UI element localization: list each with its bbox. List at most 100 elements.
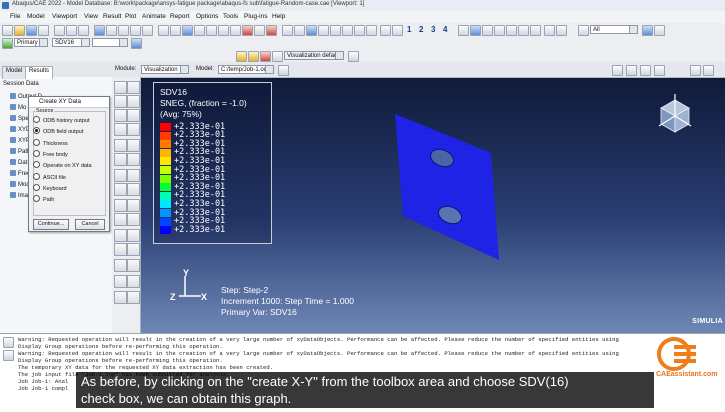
- menu-animate[interactable]: Animate: [142, 13, 166, 20]
- free-body-icon[interactable]: [114, 243, 127, 256]
- view-top-icon[interactable]: [342, 25, 353, 36]
- save-icon[interactable]: [26, 25, 37, 36]
- rotate-instance-icon[interactable]: [127, 275, 140, 288]
- view-cut-manager-icon[interactable]: [127, 213, 140, 226]
- mesh-icon[interactable]: [518, 25, 529, 36]
- zoom-box-icon[interactable]: [130, 25, 141, 36]
- menu-model[interactable]: Model: [27, 13, 45, 20]
- query-tool-icon[interactable]: [114, 229, 127, 242]
- view-left-icon[interactable]: [318, 25, 329, 36]
- colors-icon[interactable]: [530, 25, 541, 36]
- component-combo[interactable]: [92, 38, 128, 47]
- source-option-radio[interactable]: Keyboard: [33, 183, 67, 192]
- menu-view[interactable]: View: [84, 13, 98, 20]
- create-xy-data-icon[interactable]: [114, 139, 127, 152]
- menu-viewport[interactable]: Viewport: [52, 13, 77, 20]
- pointer-icon[interactable]: [230, 25, 241, 36]
- animate-icon[interactable]: [114, 123, 127, 136]
- probe-values-icon[interactable]: [127, 229, 140, 242]
- layout-icon[interactable]: [206, 25, 217, 36]
- menu-file[interactable]: File: [10, 13, 20, 20]
- plot-symbols-icon[interactable]: [127, 95, 140, 108]
- hidden-icon[interactable]: [506, 25, 517, 36]
- translate-icon[interactable]: [114, 275, 127, 288]
- wireframe-icon[interactable]: [494, 25, 505, 36]
- menu-tools[interactable]: Tools: [223, 13, 238, 20]
- view-4-button[interactable]: 4: [443, 25, 447, 34]
- zoom-icon[interactable]: [118, 25, 129, 36]
- view-2-button[interactable]: 2: [419, 25, 423, 34]
- view-cube-icon[interactable]: [655, 92, 695, 138]
- variable-combo[interactable]: SDV16: [52, 38, 90, 47]
- rotate-icon[interactable]: [94, 25, 105, 36]
- tree-item-mo[interactable]: Mo: [10, 104, 26, 111]
- stream-icon[interactable]: [127, 243, 140, 256]
- query-icon[interactable]: [254, 25, 265, 36]
- viewport[interactable]: SDV16 SNEG, (fraction = -1.0) (Avg: 75%)…: [141, 78, 725, 333]
- source-option-radio[interactable]: ODB field output: [33, 127, 83, 135]
- replace-display-icon[interactable]: [127, 199, 140, 212]
- arrow-icon[interactable]: [170, 25, 181, 36]
- source-option-radio[interactable]: Thickness: [33, 138, 68, 147]
- menu-plugins[interactable]: Plug-ins: [244, 13, 267, 20]
- xy-data-manager-icon[interactable]: [127, 139, 140, 152]
- print-icon[interactable]: [38, 25, 49, 36]
- source-option-radio[interactable]: Free body: [33, 149, 68, 158]
- new-icon[interactable]: [2, 25, 13, 36]
- filter2-icon[interactable]: [654, 25, 665, 36]
- menu-help[interactable]: Help: [272, 13, 285, 20]
- open-icon[interactable]: [14, 25, 25, 36]
- create-path-icon[interactable]: [114, 153, 127, 166]
- contour-icon[interactable]: [260, 51, 271, 62]
- filter-icon[interactable]: [642, 25, 653, 36]
- tools-icon[interactable]: [266, 25, 277, 36]
- view-bottom-icon[interactable]: [354, 25, 365, 36]
- view-back-icon[interactable]: [306, 25, 317, 36]
- visualization-defaults-combo[interactable]: Visualization defaults: [284, 51, 344, 60]
- color-icon[interactable]: [194, 25, 205, 36]
- display-group-icon[interactable]: [578, 25, 589, 36]
- perspective-icon[interactable]: [392, 25, 403, 36]
- field-output-icon[interactable]: [2, 38, 13, 49]
- model-combo[interactable]: C:/temp/Job-1.odb: [218, 65, 274, 74]
- coordinate-system-icon[interactable]: [114, 259, 127, 272]
- menu-result[interactable]: Result: [103, 13, 121, 20]
- view-3-button[interactable]: 3: [431, 25, 435, 34]
- select-icon[interactable]: [218, 25, 229, 36]
- view-1-button[interactable]: 1: [407, 25, 411, 34]
- display-filter-combo[interactable]: All: [590, 25, 638, 34]
- query-icon[interactable]: [114, 291, 127, 304]
- deformed-icon[interactable]: [248, 51, 259, 62]
- frame-selector-icon[interactable]: [690, 65, 701, 76]
- play-icon[interactable]: [640, 65, 651, 76]
- cancel-button[interactable]: Cancel: [75, 219, 105, 230]
- refresh-icon[interactable]: [131, 38, 142, 49]
- menu-report[interactable]: Report: [170, 13, 190, 20]
- prev-frame-icon[interactable]: [626, 65, 637, 76]
- undeformed-icon[interactable]: [236, 51, 247, 62]
- common-options-icon[interactable]: [114, 169, 127, 182]
- next-view-icon[interactable]: [458, 25, 469, 36]
- view-right-icon[interactable]: [330, 25, 341, 36]
- layer-icon[interactable]: [127, 259, 140, 272]
- paste-icon[interactable]: [78, 25, 89, 36]
- replace-icon[interactable]: [556, 25, 567, 36]
- model-refresh-icon[interactable]: [278, 65, 289, 76]
- tree-item-dat[interactable]: Dat: [10, 159, 27, 166]
- contour-options-icon[interactable]: [114, 183, 127, 196]
- text-icon[interactable]: [158, 25, 169, 36]
- datum-icon[interactable]: [127, 291, 140, 304]
- symbol-options-icon[interactable]: [127, 183, 140, 196]
- view-front-icon[interactable]: [294, 25, 305, 36]
- continue-button[interactable]: Continue...: [33, 219, 69, 230]
- tree-item-ima[interactable]: Ima: [10, 192, 28, 199]
- render-icon[interactable]: [470, 25, 481, 36]
- primary-combo[interactable]: Primary: [14, 38, 48, 47]
- superimpose-icon[interactable]: [127, 169, 140, 182]
- path-manager-icon[interactable]: [127, 153, 140, 166]
- fit-icon[interactable]: [142, 25, 153, 36]
- last-frame-icon[interactable]: [654, 65, 665, 76]
- options-icon[interactable]: [348, 51, 359, 62]
- source-option-radio[interactable]: Operate on XY data: [33, 161, 92, 169]
- view-iso-icon[interactable]: [282, 25, 293, 36]
